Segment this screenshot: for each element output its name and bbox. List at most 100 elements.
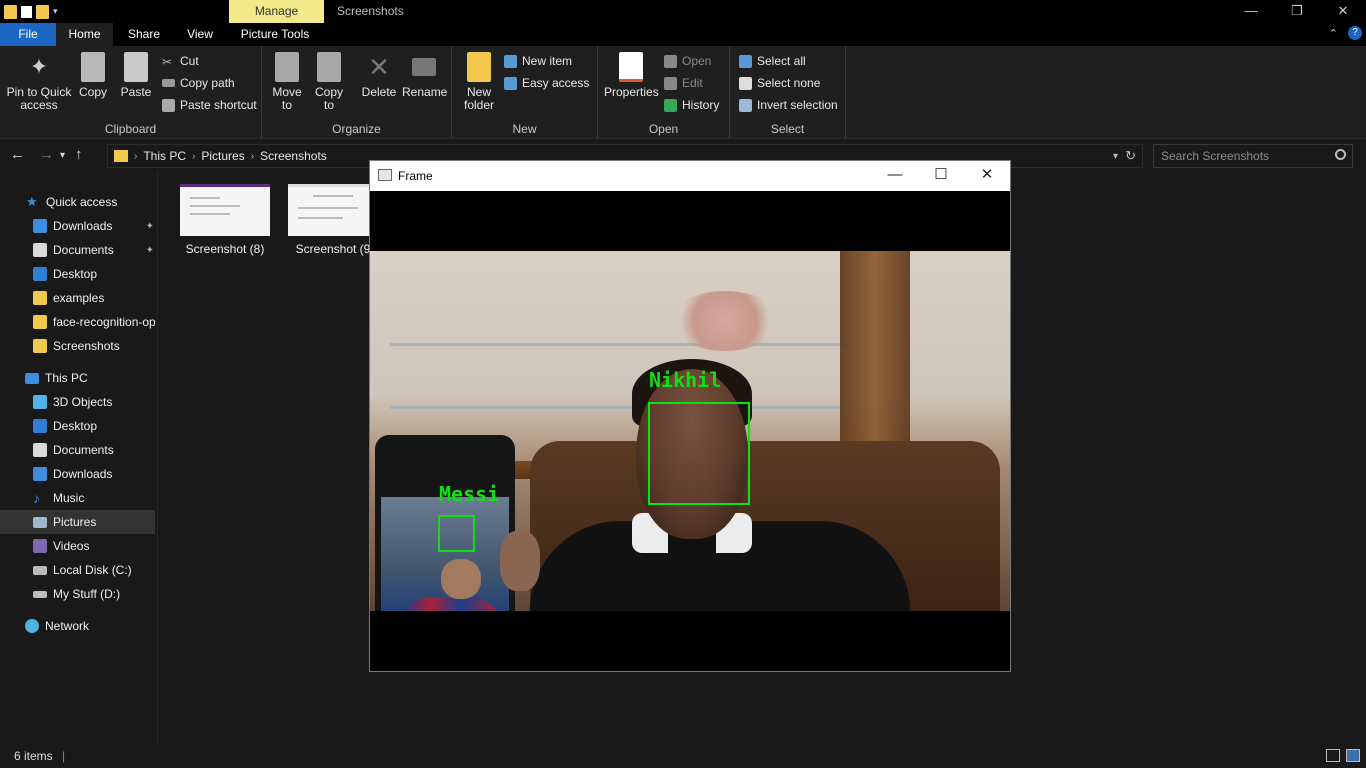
back-arrow-icon[interactable]: ← <box>10 146 25 166</box>
breadcrumb-this-pc[interactable]: This PC <box>143 149 186 163</box>
nav-quick-downloads[interactable]: Downloads ✦ <box>0 214 158 238</box>
forward-arrow-icon[interactable]: → <box>39 146 54 166</box>
cut-button[interactable]: ✂ Cut <box>162 52 199 70</box>
address-dropdown-icon[interactable]: ▾ <box>1113 151 1118 162</box>
tab-view[interactable]: View <box>180 23 220 46</box>
refresh-icon[interactable]: ↻ <box>1125 148 1136 164</box>
desktop-icon <box>33 267 47 281</box>
pin-icon[interactable]: ✦ <box>146 245 154 256</box>
nav-quick-face-recognition[interactable]: face-recognition-op <box>0 310 158 334</box>
nav-3d-objects[interactable]: 3D Objects <box>0 390 158 414</box>
quick-access-toolbar: ▾ <box>0 0 58 23</box>
nav-quick-examples[interactable]: examples <box>0 286 158 310</box>
open-button[interactable]: Open <box>664 52 711 70</box>
paste-shortcut-button[interactable]: Paste shortcut <box>162 96 257 114</box>
move-to-icon <box>275 52 299 82</box>
invert-selection-button[interactable]: Invert selection <box>739 96 838 114</box>
frame-maximize-button[interactable]: ☐ <box>918 161 964 191</box>
nav-pictures[interactable]: Pictures <box>0 510 155 534</box>
customize-toolbar-icon[interactable]: ▾ <box>53 6 58 17</box>
nav-quick-documents[interactable]: Documents ✦ <box>0 238 158 262</box>
video-feed: Nikhil Messi <box>370 251 1010 611</box>
new-item-button[interactable]: New item <box>504 52 572 70</box>
collapse-ribbon-icon[interactable]: ⌃ <box>1329 27 1338 40</box>
search-input[interactable]: Search Screenshots <box>1153 144 1353 168</box>
ribbon: ✦ Pin to Quick access Copy Paste ✂ Cut C… <box>0 46 1366 139</box>
open-group: Properties Open Edit History Open <box>598 46 730 139</box>
easy-access-icon <box>504 76 517 90</box>
tab-picture-tools[interactable]: Picture Tools <box>236 23 314 46</box>
select-group: Select all Select none Invert selection … <box>730 46 846 139</box>
nav-videos[interactable]: Videos <box>0 534 158 558</box>
nav-my-stuff-d[interactable]: My Stuff (D:) <box>0 582 158 606</box>
file-name: Screenshot (8) <box>185 242 265 256</box>
chevron-right-icon: › <box>134 150 138 162</box>
nav-this-pc[interactable]: This PC <box>0 366 158 390</box>
nav-network[interactable]: Network <box>0 614 158 638</box>
folder-icon <box>33 291 47 305</box>
help-icon[interactable]: ? <box>1348 26 1362 40</box>
history-icon <box>664 98 677 112</box>
nav-quick-access[interactable]: ★ Quick access <box>0 190 158 214</box>
nav-local-disk-c[interactable]: Local Disk (C:) <box>0 558 158 582</box>
breadcrumb-screenshots[interactable]: Screenshots <box>260 149 327 163</box>
details-view-icon[interactable] <box>1326 749 1340 762</box>
restore-button[interactable]: ❐ <box>1274 0 1320 23</box>
history-button[interactable]: History <box>664 96 719 114</box>
new-folder-icon[interactable] <box>36 4 49 19</box>
frame-close-button[interactable]: ✕ <box>964 161 1010 191</box>
copy-button[interactable]: Copy <box>78 52 108 99</box>
select-none-button[interactable]: Select none <box>739 74 820 92</box>
large-icons-view-icon[interactable] <box>1346 749 1360 762</box>
edit-button[interactable]: Edit <box>664 74 703 92</box>
file-item[interactable]: Screenshot (9 <box>288 184 378 256</box>
new-folder-button[interactable]: New folder <box>462 52 496 112</box>
frame-title-bar[interactable]: Frame — ☐ ✕ <box>370 161 1010 191</box>
folder-icon <box>114 150 128 162</box>
pictures-icon <box>33 516 47 528</box>
recent-locations-icon[interactable]: ▾ <box>60 146 65 166</box>
search-icon <box>1335 149 1346 160</box>
close-button[interactable]: ✕ <box>1320 0 1366 23</box>
nav-quick-screenshots[interactable]: Screenshots <box>0 334 158 358</box>
easy-access-button[interactable]: Easy access <box>504 74 589 92</box>
minimize-button[interactable]: — <box>1228 0 1274 23</box>
rename-icon <box>412 58 436 76</box>
new-group: New folder New item Easy access New <box>452 46 598 139</box>
folder-icon <box>33 339 47 353</box>
copy-path-button[interactable]: Copy path <box>162 74 235 92</box>
rename-button[interactable]: Rename <box>402 52 447 99</box>
select-all-button[interactable]: Select all <box>739 52 806 70</box>
tab-share[interactable]: Share <box>123 23 165 46</box>
invert-selection-icon <box>739 98 752 112</box>
ribbon-tabs: File Home Share View Picture Tools ⌃ ? <box>0 23 1366 46</box>
manage-tab[interactable]: Manage <box>229 0 324 23</box>
pin-quick-access-button[interactable]: ✦ Pin to Quick access <box>6 52 72 112</box>
nav-desktop[interactable]: Desktop <box>0 414 158 438</box>
properties-button[interactable]: Properties <box>604 52 659 99</box>
delete-button[interactable]: ✕ Delete <box>360 52 398 99</box>
copy-to-button[interactable]: Copy to <box>314 52 344 112</box>
select-label: Select <box>770 122 805 136</box>
tab-file[interactable]: File <box>0 23 56 46</box>
nav-documents[interactable]: Documents <box>0 438 158 462</box>
nav-downloads[interactable]: Downloads <box>0 462 158 486</box>
properties-icon[interactable] <box>21 5 32 18</box>
nav-quick-desktop[interactable]: Desktop <box>0 262 158 286</box>
drive-icon <box>33 590 47 598</box>
new-item-icon <box>504 54 517 68</box>
breadcrumb-pictures[interactable]: Pictures <box>201 149 244 163</box>
new-label: New <box>512 122 537 136</box>
paste-button[interactable]: Paste <box>120 52 152 99</box>
file-item[interactable]: Screenshot (8) <box>180 184 270 256</box>
face-box-nikhil <box>648 402 750 505</box>
cube-icon <box>33 395 47 409</box>
frame-window[interactable]: Frame — ☐ ✕ Nikhil Messi <box>369 160 1011 672</box>
tab-home[interactable]: Home <box>56 23 113 46</box>
pin-icon[interactable]: ✦ <box>146 221 154 232</box>
frame-minimize-button[interactable]: — <box>872 161 918 191</box>
nav-music[interactable]: ♪ Music <box>0 486 158 510</box>
up-arrow-icon[interactable]: ↑ <box>75 146 83 166</box>
file-name: Screenshot (9 <box>295 242 371 256</box>
move-to-button[interactable]: Move to <box>270 52 304 112</box>
